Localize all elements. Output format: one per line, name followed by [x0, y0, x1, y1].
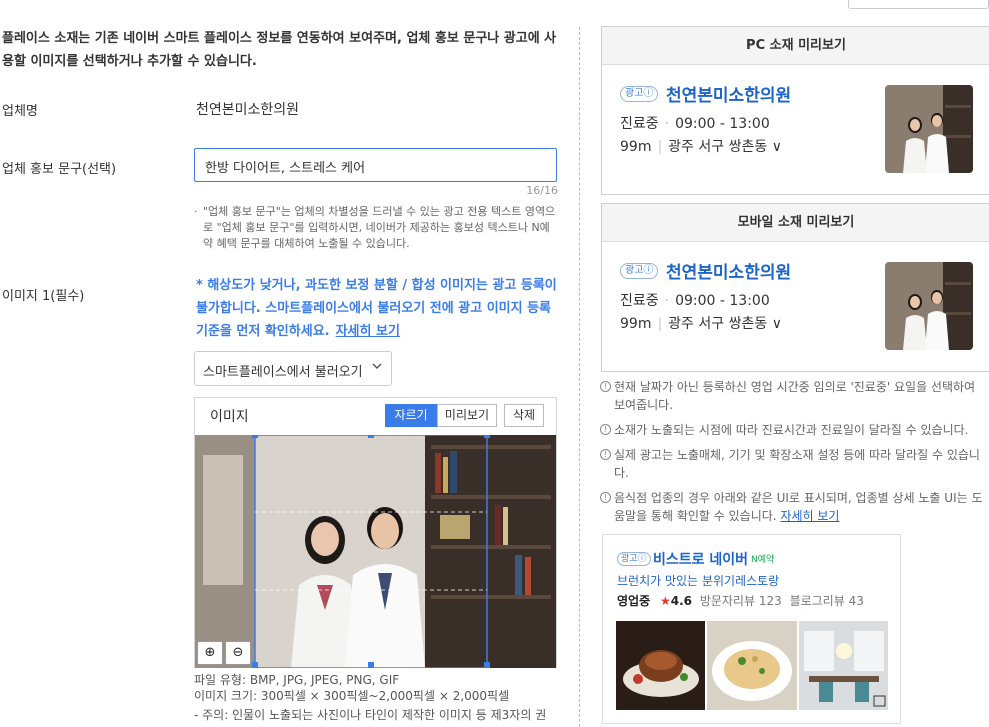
doctor-photo-image: [195, 435, 556, 668]
hours-line: 진료중 · 09:00 - 13:00: [620, 293, 770, 309]
address-text: 광주 서구 쌍촌동: [668, 139, 768, 155]
image-warning-link[interactable]: 자세히 보기: [336, 324, 400, 339]
notice-item: ! 음식점 업종의 경우 아래와 같은 UI로 표시되며, 업종별 상세 노출 …: [600, 489, 989, 525]
promo-counter: 16/16: [526, 184, 558, 197]
chevron-down-icon: [372, 361, 382, 374]
image-editor: 이미지 자르기 미리보기 삭제 ⊕ ⊖: [194, 397, 557, 668]
distance-text: 99m: [620, 316, 652, 332]
preview-button[interactable]: 미리보기: [437, 404, 497, 427]
example-business-name[interactable]: 비스트로 네이버: [653, 549, 748, 569]
zoom-out-icon: ⊖: [232, 645, 244, 660]
image-label: 이미지 1(필수): [2, 289, 85, 304]
column-divider: [579, 27, 580, 727]
hours-line: 진료중 · 09:00 - 13:00: [620, 116, 770, 132]
info-icon: !: [600, 449, 611, 460]
crop-button[interactable]: 자르기: [385, 404, 437, 427]
blog-reviews: 블로그리뷰 43: [789, 594, 864, 608]
doctor-photo[interactable]: ⊕ ⊖: [195, 435, 556, 668]
promo-note-text: "업체 홍보 문구"는 업체의 차별성을 드러낼 수 있는 광고 전용 텍스트 …: [203, 205, 556, 250]
chevron-down-icon[interactable]: ∨: [772, 139, 782, 155]
notices-help-link[interactable]: 자세히 보기: [780, 509, 839, 523]
reservation-badge: N예약: [751, 555, 775, 565]
ad-badge: 광고ⓘ: [620, 86, 659, 102]
status-text: 진료중: [620, 116, 659, 132]
caution-text: - 주의: 인물이 노출되는 사진이나 타인이 제작한 이미지 등 제3자의 권: [194, 708, 547, 722]
pc-preview-panel: PC 소재 미리보기 광고ⓘ 천연본미소한의원 진료중 · 09:00 - 13:0…: [601, 26, 989, 195]
promo-label: 업체 홍보 문구(선택): [2, 162, 117, 177]
visitor-reviews: 방문자리뷰 123: [699, 594, 782, 608]
business-name[interactable]: 천연본미소한의원: [666, 258, 791, 283]
delete-button[interactable]: 삭제: [504, 404, 544, 427]
info-icon: !: [600, 492, 611, 503]
image-editor-title: 이미지: [210, 409, 249, 425]
business-name-value: 천연본미소한의원: [196, 102, 300, 118]
chevron-down-icon[interactable]: ∨: [772, 316, 782, 332]
business-name[interactable]: 천연본미소한의원: [666, 81, 791, 106]
location-line: 99m | 광주 서구 쌍촌동 ∨: [620, 139, 782, 155]
hours-text: 09:00 - 13:00: [675, 293, 770, 309]
star-icon: ★: [659, 594, 671, 608]
business-thumbnail: [885, 262, 973, 350]
notice-text: 현재 날짜가 아닌 등록하신 영업 시간중 임의로 '진료중' 요일을 선택하여…: [614, 380, 976, 412]
image-editor-header: 이미지 자르기 미리보기 삭제: [195, 398, 556, 432]
food-photo-steak: [616, 621, 706, 710]
zoom-in-button[interactable]: ⊕: [197, 641, 223, 665]
notice-text: 실제 광고는 노출매체, 기기 및 확장소재 설정 등에 따라 달라질 수 있습…: [614, 448, 980, 480]
example-rating: 4.6: [670, 594, 692, 608]
hours-text: 09:00 - 13:00: [675, 116, 770, 132]
load-select-label: 스마트플레이스에서 불러오기: [203, 365, 363, 380]
example-promo-text: 브런치가 맛있는 분위기레스토랑: [617, 574, 780, 588]
pc-preview-header: PC 소재 미리보기: [602, 27, 989, 65]
notice-item: ! 현재 날짜가 아닌 등록하신 영업 시간중 임의로 '진료중' 요일을 선택…: [600, 378, 989, 414]
intro-text: 플레이스 소재는 기존 네이버 스마트 플레이스 정보를 연동하여 보여주며, …: [2, 31, 557, 69]
file-types: 파일 유형: BMP, JPG, JPEG, PNG, GIF: [194, 673, 400, 687]
notice-text: 소재가 노출되는 시점에 따라 진료시간과 진료일이 달라질 수 있습니다.: [614, 423, 969, 437]
business-thumbnail: [885, 85, 973, 173]
ad-badge: 광고ⓘ: [617, 552, 651, 566]
mobile-preview-header: 모바일 소재 미리보기: [602, 204, 989, 242]
distance-text: 99m: [620, 139, 652, 155]
zoom-out-button[interactable]: ⊖: [225, 641, 251, 665]
note-bullet: ·: [194, 205, 198, 218]
preview-notices: ! 현재 날짜가 아닌 등록하신 영업 시간중 임의로 '진료중' 요일을 선택…: [600, 378, 989, 532]
location-line: 99m | 광주 서구 쌍촌동 ∨: [620, 316, 782, 332]
promo-input[interactable]: 한방 다이어트, 스트레스 케어: [194, 148, 557, 182]
mobile-preview-panel: 모바일 소재 미리보기 광고ⓘ 천연본미소한의원 진료중 · 09:00 - 13:…: [601, 203, 989, 372]
example-photos: [616, 621, 888, 710]
notice-item: ! 소재가 노출되는 시점에 따라 진료시간과 진료일이 달라질 수 있습니다.: [600, 421, 989, 439]
promo-note: · "업체 홍보 문구"는 업체의 차별성을 드러낼 수 있는 광고 전용 텍스…: [194, 204, 559, 252]
image-warning: * 해상도가 낮거나, 과도한 보정 분할 / 합성 이미지는 광고 등록이 불…: [196, 274, 561, 343]
example-status: 영업중: [617, 594, 651, 608]
address-text: 광주 서구 쌍촌동: [668, 316, 768, 332]
top-right-box: [848, 0, 989, 9]
info-icon: !: [600, 424, 611, 435]
restaurant-example-card: 광고ⓘ 비스트로 네이버 N예약 브런치가 맛있는 분위기레스토랑 영업중 ★4…: [602, 534, 901, 724]
ad-badge: 광고ⓘ: [620, 263, 659, 279]
example-status-line: 영업중 ★4.6 방문자리뷰 123 블로그리뷰 43: [617, 592, 864, 609]
notice-item: ! 실제 광고는 노출매체, 기기 및 확장소재 설정 등에 따라 달라질 수 …: [600, 446, 989, 482]
restaurant-interior-photo: [798, 621, 888, 710]
mobile-preview-card: 광고ⓘ 천연본미소한의원 진료중 · 09:00 - 13:00 99m | 광주 서구…: [602, 242, 989, 370]
file-info: 파일 유형: BMP, JPG, JPEG, PNG, GIF 이미지 크기: …: [194, 672, 564, 723]
load-from-smartplace-select[interactable]: 스마트플레이스에서 불러오기: [194, 351, 392, 386]
page: 플레이스 소재는 기존 네이버 스마트 플레이스 정보를 연동하여 보여주며, …: [0, 0, 989, 727]
business-name-label: 업체명: [2, 104, 38, 119]
food-photo-pasta: [707, 621, 797, 710]
info-icon: !: [600, 381, 611, 392]
zoom-in-icon: ⊕: [204, 645, 216, 660]
pc-preview-card: 광고ⓘ 천연본미소한의원 진료중 · 09:00 - 13:00 99m | 광주 서구…: [602, 65, 989, 193]
status-text: 진료중: [620, 293, 659, 309]
image-size-info: 이미지 크기: 300픽셀 × 300픽셀~2,000픽셀 × 2,000픽셀: [194, 689, 510, 703]
